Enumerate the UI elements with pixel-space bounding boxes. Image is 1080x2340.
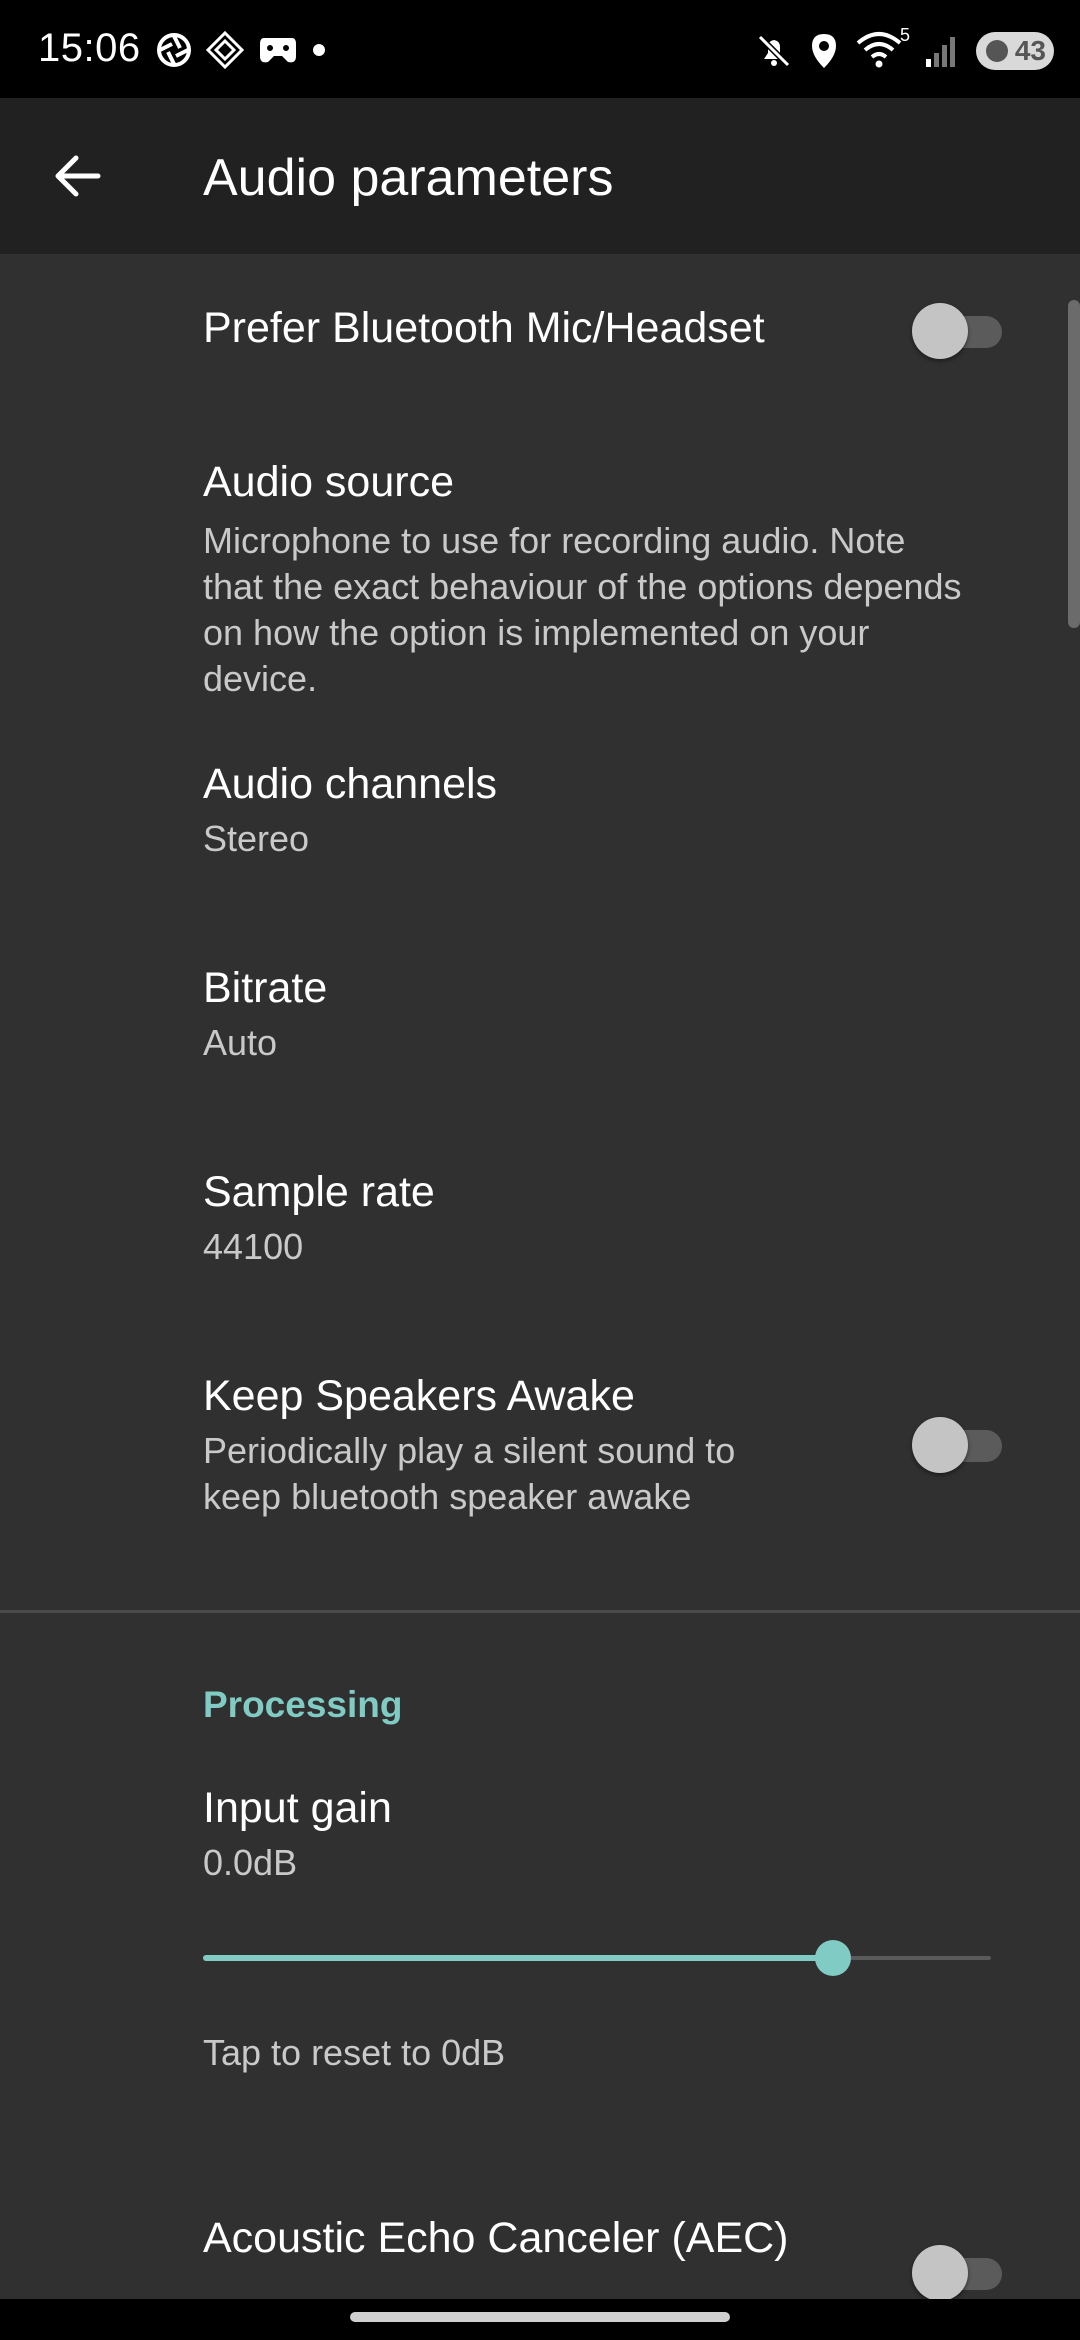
summary-line: that the exact behaviour of the options … xyxy=(203,566,962,607)
pref-summary: Microphone to use for recording audio. N… xyxy=(203,518,962,702)
switch-thumb xyxy=(912,303,968,359)
signal-icon xyxy=(926,37,955,67)
pref-title: Keep Speakers Awake xyxy=(203,1372,635,1420)
pref-input-gain[interactable]: Input gain 0.0dB Tap to reset to 0dB xyxy=(0,1734,1080,2094)
switch-thumb xyxy=(912,1417,968,1473)
pref-title: Sample rate xyxy=(203,1168,435,1216)
pref-value: Stereo xyxy=(203,818,310,859)
section-divider xyxy=(0,1610,1080,1613)
summary-line: on how the option is implemented on your xyxy=(203,612,870,653)
game-controller-icon xyxy=(260,38,296,63)
pref-prefer-bluetooth[interactable]: Prefer Bluetooth Mic/Headset xyxy=(0,254,1080,408)
battery-saver-icon xyxy=(986,40,1008,62)
app-bar: Audio parameters xyxy=(0,98,1080,254)
prefer-bluetooth-switch[interactable] xyxy=(912,300,1004,360)
pref-title: Acoustic Echo Canceler (AEC) xyxy=(203,2214,789,2262)
pref-value: 44100 xyxy=(203,1226,304,1267)
page-title: Audio parameters xyxy=(203,149,614,207)
pref-audio-channels[interactable]: Audio channels Stereo xyxy=(0,710,1080,914)
home-gesture-handle[interactable] xyxy=(350,2312,730,2322)
pref-value: Auto xyxy=(203,1022,278,1063)
dot-icon xyxy=(313,44,325,56)
pref-title: Input gain xyxy=(203,1784,392,1832)
aec-switch[interactable] xyxy=(912,2242,1004,2299)
wifi-badge: 5 xyxy=(899,25,910,45)
aperture-icon xyxy=(157,33,191,67)
slider-fill xyxy=(203,1955,834,1961)
pref-summary: Periodically play a silent sound to keep… xyxy=(203,1428,735,1520)
status-bar: 15:06 5 43 xyxy=(0,0,1080,98)
diamond-app-icon xyxy=(206,31,244,69)
pref-title: Audio source xyxy=(203,458,454,506)
pref-bitrate[interactable]: Bitrate Auto xyxy=(0,914,1080,1118)
status-time: 15:06 xyxy=(38,26,141,70)
pref-aec[interactable]: Acoustic Echo Canceler (AEC) xyxy=(0,2194,1080,2299)
pref-title: Prefer Bluetooth Mic/Headset xyxy=(203,304,765,352)
wifi-icon xyxy=(856,32,902,68)
navigation-bar xyxy=(0,2299,1080,2340)
settings-list: Prefer Bluetooth Mic/Headset Audio sourc… xyxy=(0,254,1080,2299)
keep-speakers-awake-switch[interactable] xyxy=(912,1414,1004,1474)
reset-gain-hint[interactable]: Tap to reset to 0dB xyxy=(203,2030,505,2076)
category-processing: Processing xyxy=(203,1684,403,1725)
scrollbar[interactable] xyxy=(1068,300,1080,628)
summary-line: Microphone to use for recording audio. N… xyxy=(203,520,906,561)
pref-audio-source[interactable]: Audio source Microphone to use for recor… xyxy=(0,408,1080,710)
slider-thumb[interactable] xyxy=(815,1940,852,1976)
input-gain-slider[interactable] xyxy=(203,1938,991,1978)
pref-value: 0.0dB xyxy=(203,1842,298,1883)
battery-level: 43 xyxy=(1014,35,1046,66)
location-icon xyxy=(812,34,836,68)
switch-thumb xyxy=(912,2245,968,2299)
back-arrow-icon[interactable] xyxy=(50,148,106,204)
summary-line: Periodically play a silent sound to xyxy=(203,1430,736,1471)
pref-title: Audio channels xyxy=(203,760,498,808)
mute-icon xyxy=(757,34,791,68)
pref-sample-rate[interactable]: Sample rate 44100 xyxy=(0,1118,1080,1322)
pref-title: Bitrate xyxy=(203,964,328,1012)
summary-line: device. xyxy=(203,658,318,699)
summary-line: keep bluetooth speaker awake xyxy=(203,1476,692,1517)
battery-indicator: 43 xyxy=(976,32,1054,70)
